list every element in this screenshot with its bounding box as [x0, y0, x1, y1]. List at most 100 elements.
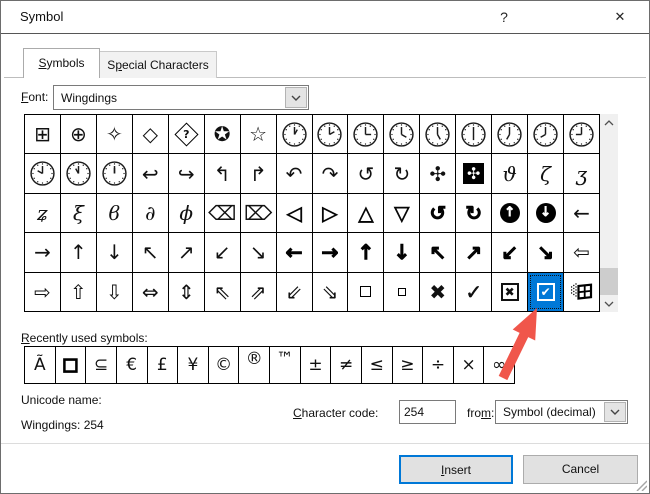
symbol-cell[interactable]: ↘ — [240, 233, 276, 272]
symbol-cell[interactable]: ʑ — [25, 193, 60, 233]
symbol-cell[interactable]: ↗ — [456, 233, 492, 272]
symbol-cell[interactable] — [312, 115, 348, 154]
symbol-cell[interactable]: ↱ — [240, 154, 276, 193]
symbol-cell[interactable]: ξ — [60, 193, 96, 233]
symbol-cell[interactable]: ↑ — [60, 233, 96, 272]
resize-grip[interactable] — [634, 478, 647, 491]
symbol-cell[interactable]: ☆ — [240, 115, 276, 154]
recent-symbol-cell[interactable]: Ã — [25, 347, 55, 383]
symbol-cell-selected[interactable]: ✔ — [528, 272, 564, 311]
symbol-cell[interactable]: → — [312, 233, 348, 272]
symbol-cell[interactable]: △ — [348, 193, 384, 233]
symbol-cell[interactable]: ◇ — [132, 115, 168, 154]
symbol-cell[interactable] — [564, 272, 599, 311]
symbol-cell[interactable]: ↖ — [420, 233, 456, 272]
symbol-cell[interactable]: ← — [276, 233, 312, 272]
symbol-cell[interactable]: ↘ — [528, 233, 564, 272]
close-icon[interactable]: ✕ — [605, 1, 635, 33]
recent-symbol-cell[interactable]: ™ — [270, 347, 300, 383]
symbol-cell[interactable] — [384, 272, 420, 311]
symbol-cell[interactable]: ↰ — [204, 154, 240, 193]
recent-symbol-cell[interactable]: ≤ — [361, 347, 392, 383]
symbol-cell[interactable] — [564, 115, 599, 154]
symbol-cell[interactable]: ↪ — [168, 154, 204, 193]
symbol-cell[interactable]: ↺ — [420, 193, 456, 233]
symbol-cell[interactable]: ↺ — [348, 154, 384, 193]
symbol-cell[interactable]: ↓ — [384, 233, 420, 272]
recent-symbol-cell[interactable]: ∞ — [484, 347, 514, 383]
symbol-cell[interactable] — [528, 115, 564, 154]
symbol-cell[interactable] — [96, 154, 132, 193]
recent-symbol-cell[interactable]: ≠ — [331, 347, 361, 383]
symbol-cell[interactable]: ϑ — [492, 154, 528, 193]
scrollbar-thumb[interactable] — [600, 268, 618, 295]
symbol-cell[interactable] — [492, 115, 528, 154]
recent-symbol-cell[interactable]: ® — [239, 347, 269, 383]
recent-symbol-cell[interactable]: © — [208, 347, 239, 383]
symbol-cell[interactable]: ✣ — [456, 154, 492, 193]
symbol-cell[interactable]: ✖ — [492, 272, 528, 311]
symbol-cell[interactable]: ◁ — [276, 193, 312, 233]
grid-scrollbar[interactable] — [600, 114, 618, 312]
tab-special-characters[interactable]: Special Characters — [99, 51, 217, 78]
symbol-cell[interactable] — [60, 154, 96, 193]
tab-symbols[interactable]: Symbols — [23, 48, 100, 78]
symbol-cell[interactable]: ⇔ — [132, 272, 168, 311]
symbol-cell[interactable]: ⌦ — [240, 193, 276, 233]
symbol-cell[interactable]: ▽ — [384, 193, 420, 233]
symbol-cell[interactable] — [384, 115, 420, 154]
symbol-cell[interactable]: ∂ — [132, 193, 168, 233]
symbol-cell[interactable] — [25, 154, 60, 193]
symbol-cell[interactable] — [420, 115, 456, 154]
symbol-cell[interactable]: ↷ — [312, 154, 348, 193]
recent-symbol-cell[interactable]: £ — [147, 347, 178, 383]
symbol-cell[interactable]: ✖ — [420, 272, 456, 311]
symbol-cell[interactable] — [348, 272, 384, 311]
symbol-cell[interactable]: ✧ — [96, 115, 132, 154]
recent-symbol-cell[interactable]: ≥ — [392, 347, 423, 383]
symbol-cell[interactable]: ↙ — [204, 233, 240, 272]
recent-symbol-cell[interactable]: × — [453, 347, 484, 383]
symbol-cell[interactable]: ⇖ — [204, 272, 240, 311]
symbol-cell[interactable]: ⇧ — [60, 272, 96, 311]
symbol-cell[interactable]: ⇙ — [276, 272, 312, 311]
symbol-cell[interactable]: ↩ — [132, 154, 168, 193]
recent-symbol-cell[interactable]: ÷ — [423, 347, 453, 383]
symbol-cell[interactable] — [348, 115, 384, 154]
symbol-cell[interactable]: ↙ — [492, 233, 528, 272]
chevron-down-icon[interactable] — [604, 402, 626, 422]
symbol-cell[interactable]: ⇗ — [240, 272, 276, 311]
symbol-cell[interactable]: ← — [564, 193, 599, 233]
symbol-cell[interactable]: ? — [168, 115, 204, 154]
symbol-cell[interactable]: ↑ — [348, 233, 384, 272]
symbol-cell[interactable]: → — [25, 233, 60, 272]
cancel-button[interactable]: Cancel — [523, 455, 638, 484]
insert-button[interactable]: Insert — [399, 455, 513, 484]
character-code-input[interactable] — [399, 400, 456, 424]
symbol-cell[interactable]: ▷ — [312, 193, 348, 233]
symbol-cell[interactable]: ↗ — [168, 233, 204, 272]
symbol-cell[interactable]: ⇨ — [25, 272, 60, 311]
symbol-cell[interactable]: ζ — [528, 154, 564, 193]
symbol-cell[interactable]: ✪ — [204, 115, 240, 154]
symbol-cell[interactable]: ↓ — [528, 193, 564, 233]
symbol-cell[interactable] — [276, 115, 312, 154]
symbol-cell[interactable]: ↶ — [276, 154, 312, 193]
recent-symbol-cell[interactable]: ± — [300, 347, 331, 383]
symbol-cell[interactable]: ⇘ — [312, 272, 348, 311]
symbol-cell[interactable]: ↑ — [492, 193, 528, 233]
symbol-cell[interactable]: ✣ — [420, 154, 456, 193]
scroll-up-icon[interactable] — [600, 114, 618, 131]
symbol-cell[interactable]: ↻ — [456, 193, 492, 233]
scroll-down-icon[interactable] — [600, 295, 618, 312]
recent-symbol-cell[interactable]: □ — [55, 347, 86, 383]
symbol-cell[interactable]: ⇦ — [564, 233, 599, 272]
recent-symbol-cell[interactable]: ¥ — [178, 347, 208, 383]
from-dropdown[interactable]: Symbol (decimal) — [495, 400, 628, 424]
symbol-cell[interactable]: ✓ — [456, 272, 492, 311]
symbol-cell[interactable]: ⌫ — [204, 193, 240, 233]
symbol-cell[interactable]: ϕ — [168, 193, 204, 233]
symbol-cell[interactable]: ↖ — [132, 233, 168, 272]
symbol-cell[interactable]: ↻ — [384, 154, 420, 193]
chevron-down-icon[interactable] — [285, 87, 307, 108]
